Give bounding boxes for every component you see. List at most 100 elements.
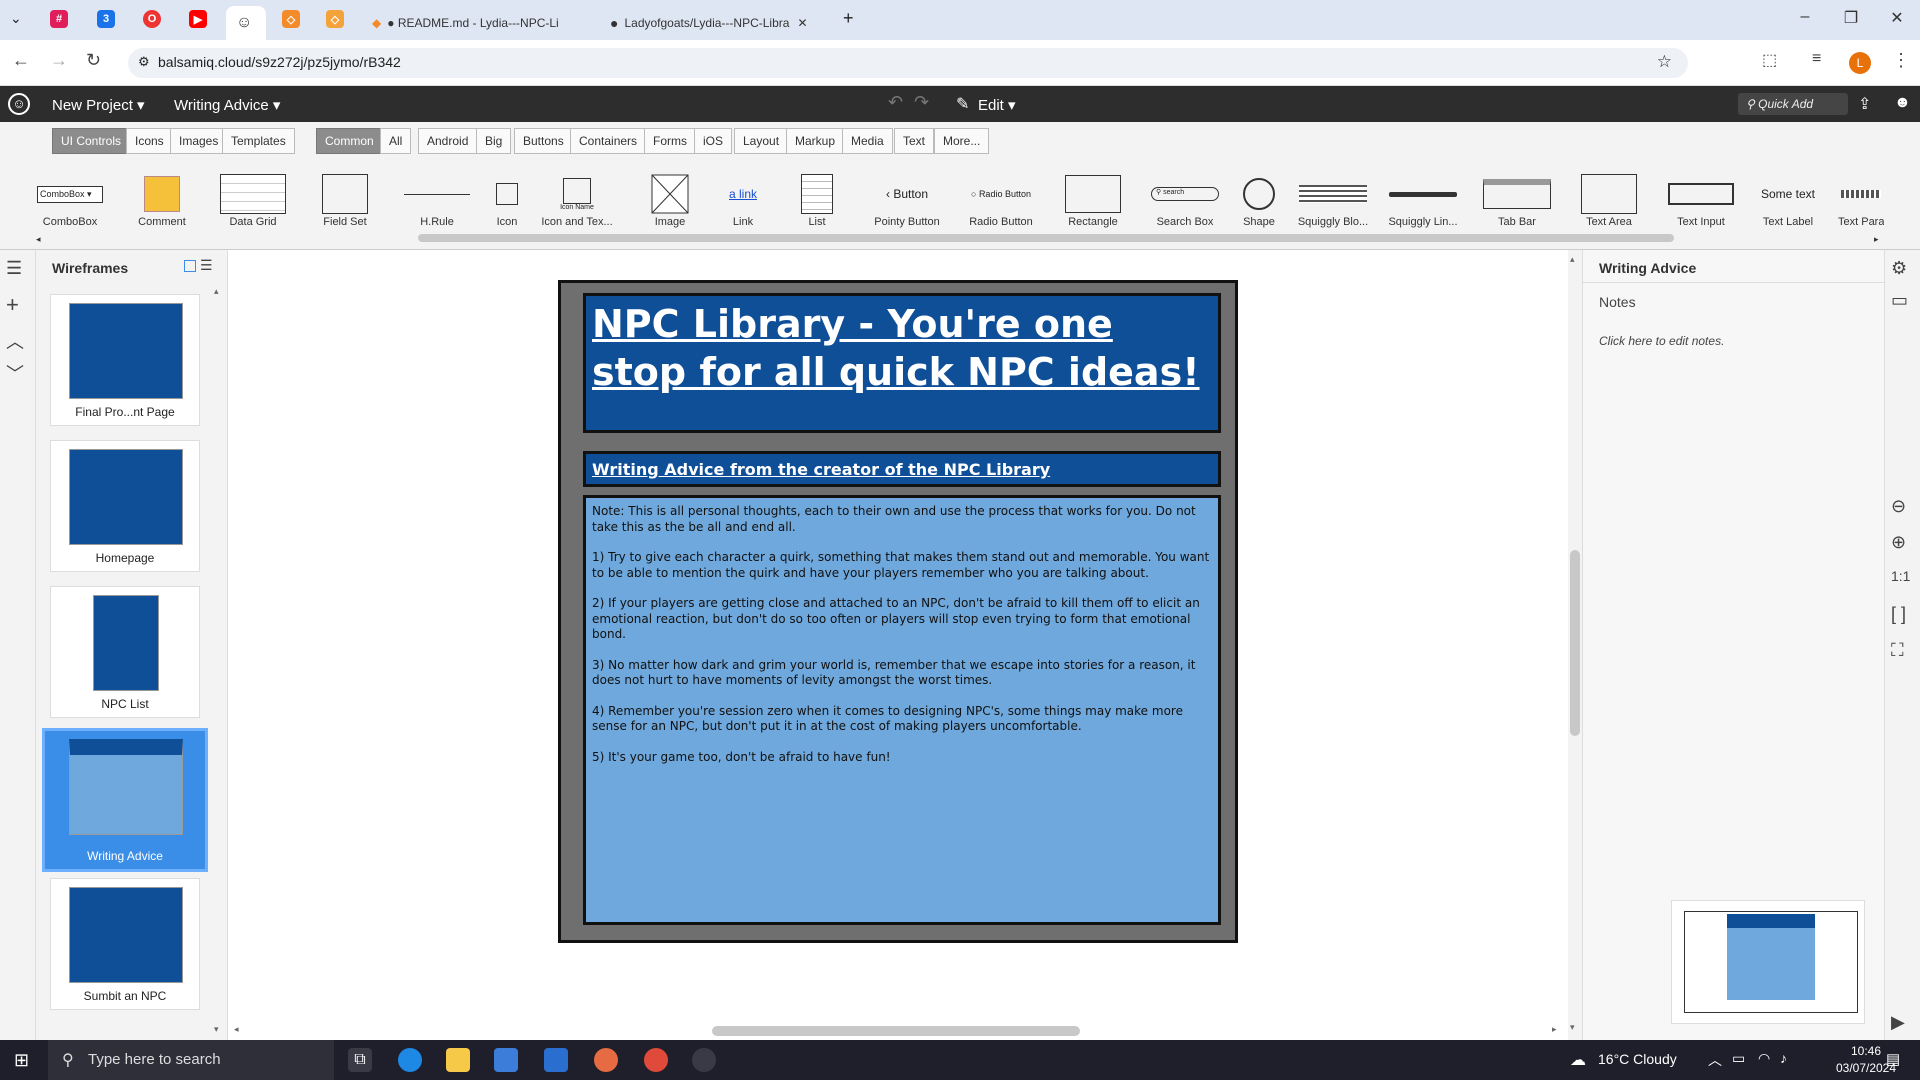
weather-text[interactable]: 16°C Cloudy: [1598, 1051, 1677, 1067]
taskbar-search[interactable]: ⚲ Type here to search: [48, 1040, 334, 1080]
page-up-icon[interactable]: ︿: [6, 328, 24, 354]
edge-icon[interactable]: [398, 1048, 422, 1072]
category-common[interactable]: Common: [316, 128, 383, 154]
tab-pinned-orange-1[interactable]: ◇: [282, 10, 300, 28]
control-combobox[interactable]: ComboBox ▾ ComboBox: [25, 172, 115, 242]
volume-icon[interactable]: ♪: [1780, 1050, 1787, 1066]
control-pointy-button[interactable]: ‹ Button Pointy Button: [862, 172, 952, 242]
add-page-icon[interactable]: +: [6, 292, 19, 318]
app-icon[interactable]: [692, 1048, 716, 1072]
wireframe-item[interactable]: Sumbit an NPC: [50, 878, 200, 1010]
wireframe-item-selected[interactable]: Writing Advice: [42, 728, 208, 872]
canvas-horizontal-scrollbar[interactable]: [712, 1026, 1080, 1036]
minimize-button[interactable]: –: [1790, 8, 1820, 26]
back-icon[interactable]: ←: [12, 50, 30, 71]
close-tab-icon[interactable]: ✕: [797, 16, 807, 30]
wireframe-item[interactable]: NPC List: [50, 586, 200, 718]
lib-tab-ui-controls[interactable]: UI Controls: [52, 128, 131, 154]
zoom-actual-size[interactable]: 1:1: [1891, 568, 1910, 584]
control-squiggly-line[interactable]: Squiggly Lin...: [1378, 172, 1468, 242]
fit-selection-icon[interactable]: [ ]: [1891, 604, 1906, 625]
category-layout[interactable]: Layout: [734, 128, 789, 154]
restore-button[interactable]: ❐: [1836, 8, 1866, 28]
navigator-viewport[interactable]: [1684, 911, 1858, 1013]
tab-balsamiq[interactable]: ☺: [226, 6, 266, 40]
library-scroll-right-icon[interactable]: ▸: [1874, 234, 1879, 245]
calendar-tab-icon[interactable]: 3: [97, 10, 115, 28]
page-menu[interactable]: Writing Advice ▾: [174, 96, 280, 114]
pages-list-icon[interactable]: ☰: [6, 258, 22, 279]
control-icon-and-text[interactable]: Icon Name Icon and Tex...: [532, 172, 622, 242]
lib-tab-icons[interactable]: Icons: [126, 128, 173, 154]
control-list[interactable]: List: [772, 172, 862, 242]
canvas-scroll-up-icon[interactable]: ▴: [1570, 254, 1575, 265]
presentation-play-icon[interactable]: ▶: [1891, 1012, 1905, 1033]
youtube-tab-icon[interactable]: ▶: [189, 10, 207, 28]
zoom-in-icon[interactable]: ⊕: [1891, 532, 1906, 553]
control-data-grid[interactable]: Data Grid: [208, 172, 298, 242]
edit-menu[interactable]: Edit ▾: [978, 96, 1016, 114]
banner-rectangle[interactable]: NPC Library - You're one stop for all qu…: [583, 293, 1221, 433]
url-field[interactable]: ⚙ balsamiq.cloud/s9z272j/pz5jymo/rB342 ☆: [128, 48, 1688, 78]
thumbnail-view-icon[interactable]: [184, 260, 196, 272]
category-all[interactable]: All: [380, 128, 412, 154]
new-tab-button[interactable]: +: [843, 8, 854, 29]
subtitle-rectangle[interactable]: Writing Advice from the creator of the N…: [583, 451, 1221, 487]
navigator-panel[interactable]: [1671, 900, 1865, 1024]
canvas-scroll-down-icon[interactable]: ▾: [1570, 1022, 1575, 1033]
edit-pencil-icon[interactable]: ✎: [956, 94, 969, 114]
category-forms[interactable]: Forms: [644, 128, 696, 154]
windows-start-icon[interactable]: ⊞: [14, 1050, 29, 1071]
library-scroll-left-icon[interactable]: ◂: [36, 234, 41, 245]
canvas-scroll-right-icon[interactable]: ▸: [1552, 1024, 1557, 1035]
project-menu[interactable]: New Project ▾: [52, 96, 145, 114]
opera-tab-icon[interactable]: O: [143, 10, 161, 28]
wireframe-item[interactable]: Homepage: [50, 440, 200, 572]
tab-github[interactable]: ● Ladyofgoats/Lydia---NPC-Libra ✕: [600, 6, 824, 40]
fullscreen-icon[interactable]: ⛶: [1891, 640, 1904, 661]
slack-tab-icon[interactable]: #: [50, 10, 68, 28]
properties-icon[interactable]: ⚙: [1891, 258, 1907, 279]
forward-icon[interactable]: →: [50, 50, 68, 71]
lib-tab-templates[interactable]: Templates: [222, 128, 295, 154]
media-controls-icon[interactable]: ≡: [1812, 50, 1821, 68]
bookmark-star-icon[interactable]: ☆: [1657, 52, 1672, 72]
library-scrollbar[interactable]: [418, 234, 1674, 242]
list-view-icon[interactable]: ☰: [200, 257, 213, 274]
tab-readme[interactable]: ◆ ● README.md - Lydia---NPC-Li: [362, 6, 584, 40]
control-rectangle[interactable]: Rectangle: [1048, 172, 1138, 242]
category-ios[interactable]: iOS: [694, 128, 733, 154]
category-big[interactable]: Big: [476, 128, 512, 154]
panel-scroll-down-icon[interactable]: ▾: [214, 1024, 219, 1035]
advice-text-area[interactable]: Note: This is all personal thoughts, eac…: [583, 495, 1221, 925]
lib-tab-images[interactable]: Images: [170, 128, 228, 154]
balsamiq-logo-icon[interactable]: ☺: [8, 93, 30, 115]
control-comment[interactable]: Comment: [117, 172, 207, 242]
wifi-icon[interactable]: ◠: [1758, 1050, 1770, 1067]
comments-icon[interactable]: ▭: [1891, 290, 1908, 311]
browser-menu-icon[interactable]: ⋮: [1892, 50, 1910, 71]
mail-icon[interactable]: [544, 1048, 568, 1072]
discord-icon[interactable]: [594, 1048, 618, 1072]
task-view-icon[interactable]: ⧉: [348, 1048, 372, 1072]
quick-add-input[interactable]: ⚲ Quick Add: [1738, 93, 1848, 115]
control-field-set[interactable]: Field Set: [300, 172, 390, 242]
close-window-button[interactable]: ✕: [1882, 8, 1912, 28]
category-containers[interactable]: Containers: [570, 128, 647, 154]
control-text-paragraph[interactable]: Text Para: [1838, 172, 1884, 242]
mockup-frame[interactable]: NPC Library - You're one stop for all qu…: [558, 280, 1238, 943]
category-buttons[interactable]: Buttons: [514, 128, 573, 154]
notes-field[interactable]: Click here to edit notes.: [1599, 334, 1724, 348]
extensions-icon[interactable]: ⬚: [1762, 50, 1777, 70]
page-down-icon[interactable]: ﹀: [6, 360, 24, 386]
control-text-label[interactable]: Some text Text Label: [1743, 172, 1833, 242]
store-icon[interactable]: [494, 1048, 518, 1072]
control-text-input[interactable]: Text Input: [1656, 172, 1746, 242]
tray-chevron-icon[interactable]: ︿: [1708, 1050, 1722, 1070]
weather-cloud-icon[interactable]: ☁: [1570, 1050, 1586, 1070]
account-icon[interactable]: ☻: [1894, 94, 1911, 112]
category-android[interactable]: Android: [418, 128, 478, 154]
tab-search-chevron-icon[interactable]: ⌄: [10, 10, 22, 27]
canvas-vertical-scrollbar[interactable]: [1570, 550, 1580, 736]
canvas-scroll-left-icon[interactable]: ◂: [234, 1024, 239, 1035]
